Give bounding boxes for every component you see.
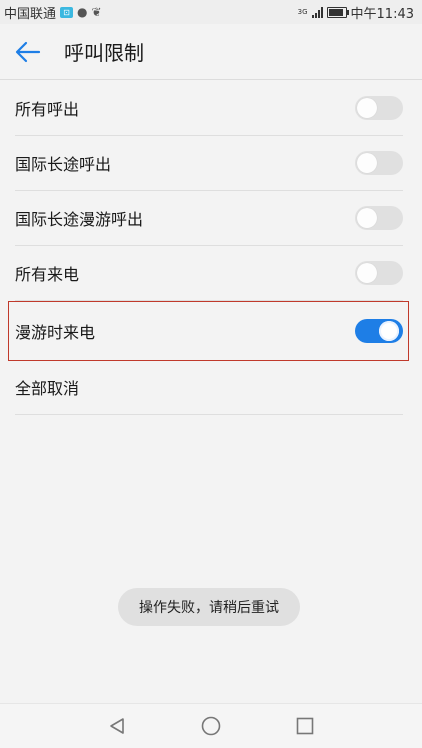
social-app-icon: ❦ [91,5,102,19]
nav-home-button[interactable] [199,714,223,738]
page-title: 呼叫限制 [64,41,144,65]
setting-row-all-incoming[interactable]: 所有来电 [15,246,403,301]
system-nav-bar [0,703,422,748]
chat-bubble-icon: ● [77,5,88,19]
app-bar: 呼叫限制 [0,24,422,80]
nav-recents-button[interactable] [293,714,317,738]
signal-icon [311,6,323,18]
square-recents-icon [296,717,314,735]
setting-label: 漫游时来电 [15,323,96,342]
back-button[interactable] [0,24,56,80]
status-bar: 中国联通 ⊡ ● ❦ 3G 中午11:43 [0,0,422,24]
settings-list: 所有呼出 国际长途呼出 国际长途漫游呼出 所有来电 漫游时来电 全部取消 [8,81,409,415]
arrow-left-icon [15,41,41,62]
cancel-all-button[interactable]: 全部取消 [15,360,403,415]
triangle-back-icon [110,718,124,734]
setting-label: 所有呼出 [15,100,80,119]
clock: 中午11:43 [350,6,414,22]
setting-row-roaming-incoming[interactable]: 漫游时来电 [8,301,409,361]
setting-label: 国际长途漫游呼出 [15,210,144,229]
network-type-label: 3G [297,7,308,16]
toggle-switch[interactable] [355,206,403,230]
battery-icon [326,6,349,18]
circle-home-icon [201,716,221,736]
setting-row-intl-outgoing[interactable]: 国际长途呼出 [15,136,403,191]
app-notification-icon: ⊡ [60,6,74,18]
status-left: 中国联通 ⊡ ● ❦ [4,3,102,22]
toggle-switch[interactable] [355,261,403,285]
toggle-switch[interactable] [355,151,403,175]
carrier-name: 中国联通 [4,6,57,22]
toggle-switch[interactable] [355,319,403,343]
setting-label: 所有来电 [15,265,80,284]
setting-label: 国际长途呼出 [15,155,112,174]
setting-row-intl-roaming-outgoing[interactable]: 国际长途漫游呼出 [15,191,403,246]
toast-message: 操作失败，请稍后重试 [118,588,300,626]
cancel-all-label: 全部取消 [15,379,80,398]
status-right: 3G 中午11:43 [298,3,414,22]
nav-back-button[interactable] [105,714,129,738]
setting-row-all-outgoing[interactable]: 所有呼出 [15,81,403,136]
toggle-switch[interactable] [355,96,403,120]
